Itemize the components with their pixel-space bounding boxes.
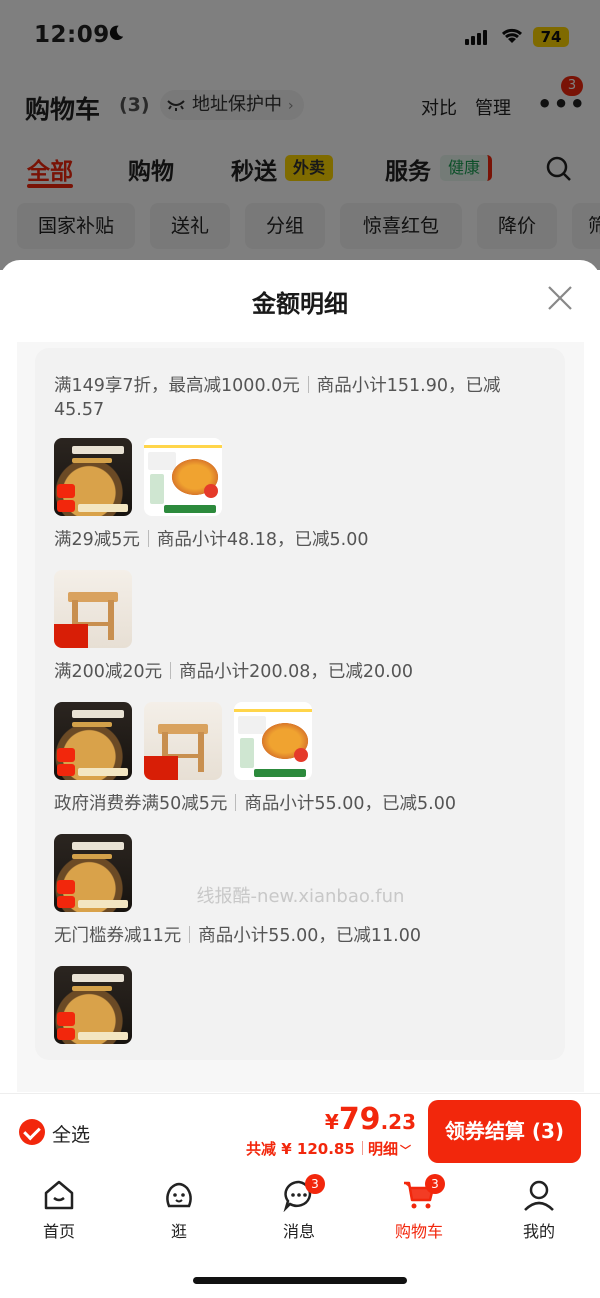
nav-cart-label: 购物车: [394, 1222, 443, 1241]
home-indicator: [193, 1277, 407, 1284]
product-thumbnail-pizza[interactable]: [54, 702, 132, 780]
total-saved: 共减 ¥ 120.85: [246, 1138, 370, 1159]
nav-browse-label: 逛: [170, 1222, 187, 1241]
discount-rule: 满200减20元 商品小计200.08，已减20.00: [54, 660, 544, 684]
watermark: 线报酷-new.xianbao.fun: [196, 886, 405, 907]
product-thumbnail-chicken-cutlet[interactable]: [234, 702, 312, 780]
select-all-checkbox[interactable]: [19, 1119, 45, 1145]
product-thumbnails: [54, 702, 312, 780]
detail-toggle[interactable]: 明细 ﹀: [368, 1138, 411, 1159]
browse-icon: [166, 1182, 192, 1208]
rule-condition: 无门槛券减11元: [54, 926, 182, 946]
product-thumbnail-chicken-cutlet[interactable]: [144, 438, 222, 516]
nav-cart[interactable]: 3 购物车: [379, 1174, 459, 1242]
rule-condition: 政府消费券满50减5元: [54, 794, 228, 814]
product-thumbnail-pizza[interactable]: [54, 438, 132, 516]
nav-profile[interactable]: 我的: [499, 1178, 579, 1242]
nav-profile-label: 我的: [522, 1222, 555, 1241]
saved-amount: 共减 ¥ 120.85: [246, 1140, 355, 1158]
nav-messages-label: 消息: [282, 1222, 315, 1241]
profile-icon: [524, 1180, 554, 1211]
product-thumbnail-stool[interactable]: [54, 570, 132, 648]
nav-messages[interactable]: 3 消息: [259, 1174, 339, 1242]
product-thumbnail-stool[interactable]: [144, 702, 222, 780]
detail-label: 明细: [368, 1140, 399, 1158]
select-all-label[interactable]: 全选: [52, 1120, 90, 1147]
divider: [361, 1141, 363, 1155]
sheet-content[interactable]: 满149享7折，最高减1000.0元 商品小计151.90，已减45.57 满29…: [17, 342, 584, 1092]
home-icon: [44, 1180, 74, 1210]
rule-result: 商品小计55.00，已减5.00: [244, 794, 456, 814]
discount-breakdown-card: 满149享7折，最高减1000.0元 商品小计151.90，已减45.57 满29…: [35, 348, 565, 1060]
sheet-title: 金额明细: [252, 290, 348, 318]
total-decimal: .23: [380, 1110, 416, 1134]
rule-condition: 满200减20元: [54, 662, 163, 682]
divider: [170, 662, 172, 679]
rule-result: 商品小计200.08，已减20.00: [179, 662, 414, 682]
rule-condition: 满149享7折，最高减1000.0元: [54, 376, 300, 396]
discount-rule: 满149享7折，最高减1000.0元 商品小计151.90，已减45.57: [54, 374, 544, 422]
rule-condition: 满29减5元: [54, 530, 140, 550]
close-icon[interactable]: [546, 284, 574, 312]
product-thumbnails: [54, 438, 222, 516]
discount-rule: 政府消费券满50减5元 商品小计55.00，已减5.00: [54, 792, 544, 816]
total-price: ¥79.23: [300, 1102, 416, 1137]
nav-home[interactable]: 首页: [19, 1178, 99, 1242]
divider: [235, 794, 237, 811]
rule-result: 商品小计48.18，已减5.00: [156, 530, 369, 550]
product-thumbnails: [54, 570, 132, 648]
divider: [307, 376, 309, 393]
chevron-down-icon: ﹀: [400, 1144, 412, 1157]
divider: [189, 926, 191, 943]
checkout-button[interactable]: 领券结算 (3): [428, 1100, 581, 1163]
messages-badge: 3: [305, 1174, 325, 1194]
discount-rule: 无门槛券减11元 商品小计55.00，已减11.00: [54, 924, 544, 948]
discount-rule: 满29减5元 商品小计48.18，已减5.00: [54, 528, 544, 552]
rule-result: 商品小计55.00，已减11.00: [198, 926, 421, 946]
currency-symbol: ¥: [324, 1110, 339, 1134]
nav-home-label: 首页: [42, 1222, 75, 1241]
total-integer: 79: [338, 1102, 381, 1137]
nav-browse[interactable]: 逛: [139, 1178, 219, 1242]
cart-badge: 3: [425, 1174, 445, 1194]
modal-backdrop[interactable]: [0, 0, 600, 270]
product-thumbnails: [54, 966, 132, 1044]
cart-checkout-bar: 全选 ¥79.23 共减 ¥ 120.85 明细 ﹀ 领券结算 (3): [0, 1093, 600, 1170]
divider: [147, 530, 149, 547]
product-thumbnail-pizza[interactable]: [54, 966, 132, 1044]
